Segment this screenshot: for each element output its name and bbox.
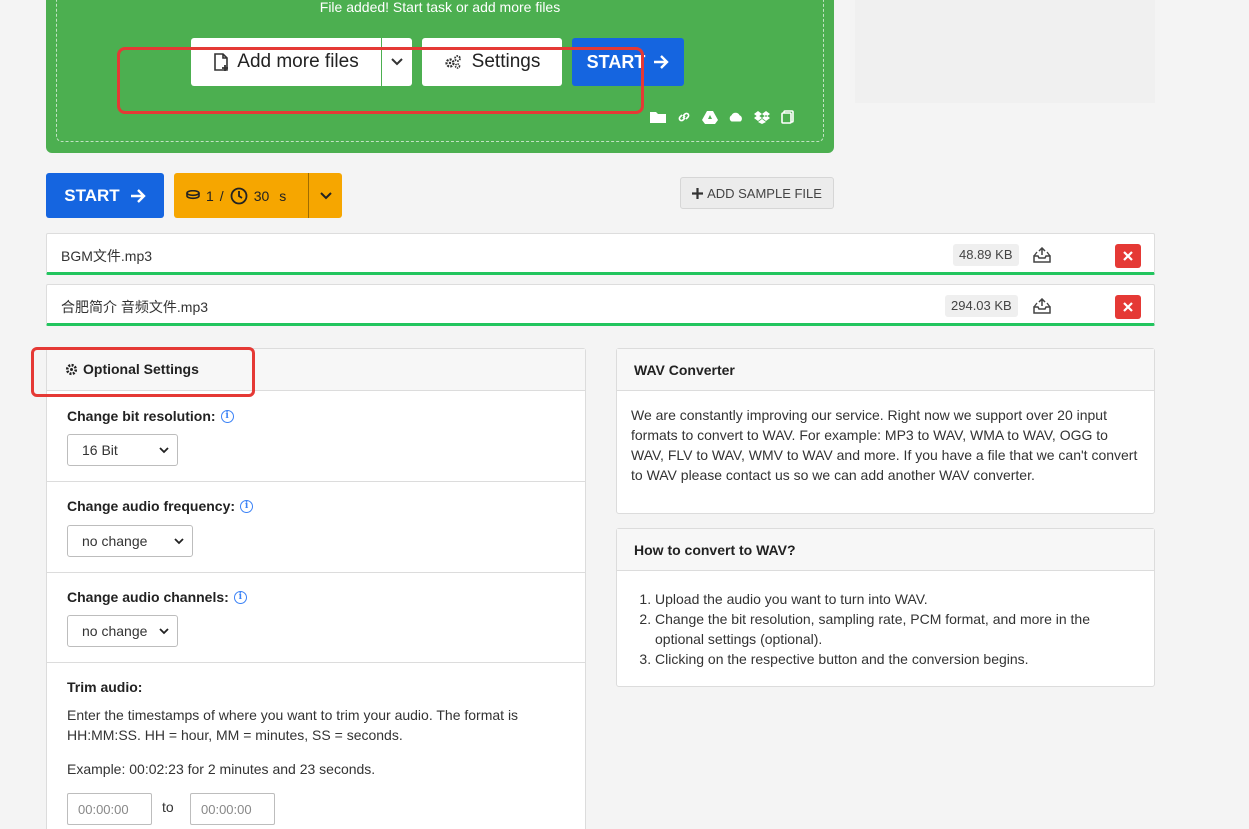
credits-count: 1 — [206, 187, 214, 204]
file-name: 合肥简介 音频文件.mp3 — [61, 299, 209, 315]
delete-file-button[interactable] — [1115, 295, 1141, 319]
credits-time-dropdown[interactable]: 1 / 30 s — [174, 173, 342, 218]
howto-step: Upload the audio you want to turn into W… — [655, 589, 1141, 609]
wav-converter-title: WAV Converter — [634, 362, 735, 378]
trim-end-input[interactable]: 00:00:00 — [190, 793, 275, 825]
bit-resolution-value: 16 Bit — [82, 442, 118, 458]
clock-icon — [230, 187, 248, 204]
trim-audio-text: Trim audio: — [67, 679, 143, 695]
bit-resolution-label: Change bit resolution: i — [67, 408, 234, 424]
close-icon — [1123, 251, 1133, 261]
file-size: 294.03 KB — [945, 295, 1018, 317]
divider — [47, 572, 585, 573]
add-sample-file-label: ADD SAMPLE FILE — [707, 185, 822, 201]
coin-stack-icon — [186, 189, 200, 199]
time-unit: s — [279, 187, 287, 204]
wav-converter-header: WAV Converter — [617, 349, 1154, 391]
dropbox-icon[interactable] — [754, 110, 770, 124]
audio-channels-text: Change audio channels: — [67, 589, 229, 605]
info-icon[interactable]: i — [220, 409, 234, 423]
trim-audio-label: Trim audio: — [67, 679, 142, 695]
file-name: BGM文件.mp3 — [61, 248, 153, 264]
bit-resolution-select[interactable]: 16 Bit — [67, 434, 178, 466]
paste-icon[interactable] — [780, 110, 796, 124]
info-icon[interactable]: i — [240, 499, 254, 513]
howto-steps: Upload the audio you want to turn into W… — [631, 589, 1141, 669]
bit-resolution-text: Change bit resolution: — [67, 408, 216, 424]
trim-example: Example: 00:02:23 for 2 minutes and 23 s… — [67, 761, 376, 777]
download-tray-icon[interactable] — [1031, 245, 1053, 265]
upload-status-text: File added! Start task or add more files — [319, 0, 561, 15]
onedrive-icon[interactable] — [728, 110, 744, 124]
audio-frequency-select[interactable]: no change — [67, 525, 193, 557]
credits-info: 1 / 30 s — [174, 173, 309, 218]
arrow-right-icon — [130, 188, 146, 203]
chevron-down-icon — [159, 627, 169, 634]
audio-channels-label: Change audio channels: i — [67, 589, 247, 605]
chevron-down-icon — [159, 446, 169, 453]
divider — [47, 662, 585, 663]
audio-frequency-label: Change audio frequency: i — [67, 498, 254, 514]
file-row: BGM文件.mp3 48.89 KB — [46, 233, 1155, 275]
audio-frequency-text: Change audio frequency: — [67, 498, 236, 514]
howto-header: How to convert to WAV? — [617, 529, 1154, 571]
audio-channels-select[interactable]: no change — [67, 615, 178, 647]
credits-dropdown-toggle[interactable] — [309, 173, 342, 218]
howto-step: Change the bit resolution, sampling rate… — [655, 609, 1141, 649]
trim-start-input[interactable]: 00:00:00 — [67, 793, 152, 825]
audio-channels-value: no change — [82, 623, 148, 639]
highlight-box-upload-buttons — [117, 47, 644, 114]
download-tray-icon[interactable] — [1031, 296, 1053, 316]
link-icon[interactable] — [676, 110, 692, 124]
add-sample-file-button[interactable]: ADD SAMPLE FILE — [680, 177, 834, 209]
audio-frequency-value: no change — [82, 533, 148, 549]
info-icon[interactable]: i — [233, 590, 247, 604]
file-row: 合肥简介 音频文件.mp3 294.03 KB — [46, 284, 1155, 326]
start-label: START — [64, 185, 120, 205]
google-drive-icon[interactable] — [702, 110, 718, 124]
arrow-right-icon — [654, 55, 670, 69]
chevron-down-icon — [174, 537, 184, 544]
time-value: 30 — [253, 187, 270, 204]
trim-description: Enter the timestamps of where you want t… — [67, 707, 519, 743]
start-button[interactable]: START — [46, 173, 164, 218]
wav-converter-description: We are constantly improving our service.… — [631, 407, 1138, 483]
ad-panel — [855, 0, 1155, 103]
optional-settings-card: Optional Settings Change bit resolution:… — [46, 348, 586, 829]
howto-step: Clicking on the respective button and th… — [655, 649, 1141, 669]
delete-file-button[interactable] — [1115, 244, 1141, 268]
file-size: 48.89 KB — [953, 244, 1019, 266]
close-icon — [1123, 302, 1133, 312]
highlight-box-optional-settings — [31, 347, 255, 397]
trim-to-label: to — [162, 799, 174, 815]
upload-source-icons — [650, 110, 796, 124]
folder-icon[interactable] — [650, 110, 666, 124]
chevron-down-icon — [319, 191, 332, 199]
divider — [47, 481, 585, 482]
howto-card: How to convert to WAV? Upload the audio … — [616, 528, 1155, 687]
wav-converter-card: WAV Converter We are constantly improvin… — [616, 348, 1155, 514]
howto-title: How to convert to WAV? — [634, 542, 796, 558]
credits-separator: / — [219, 187, 224, 204]
plus-icon — [692, 187, 704, 199]
